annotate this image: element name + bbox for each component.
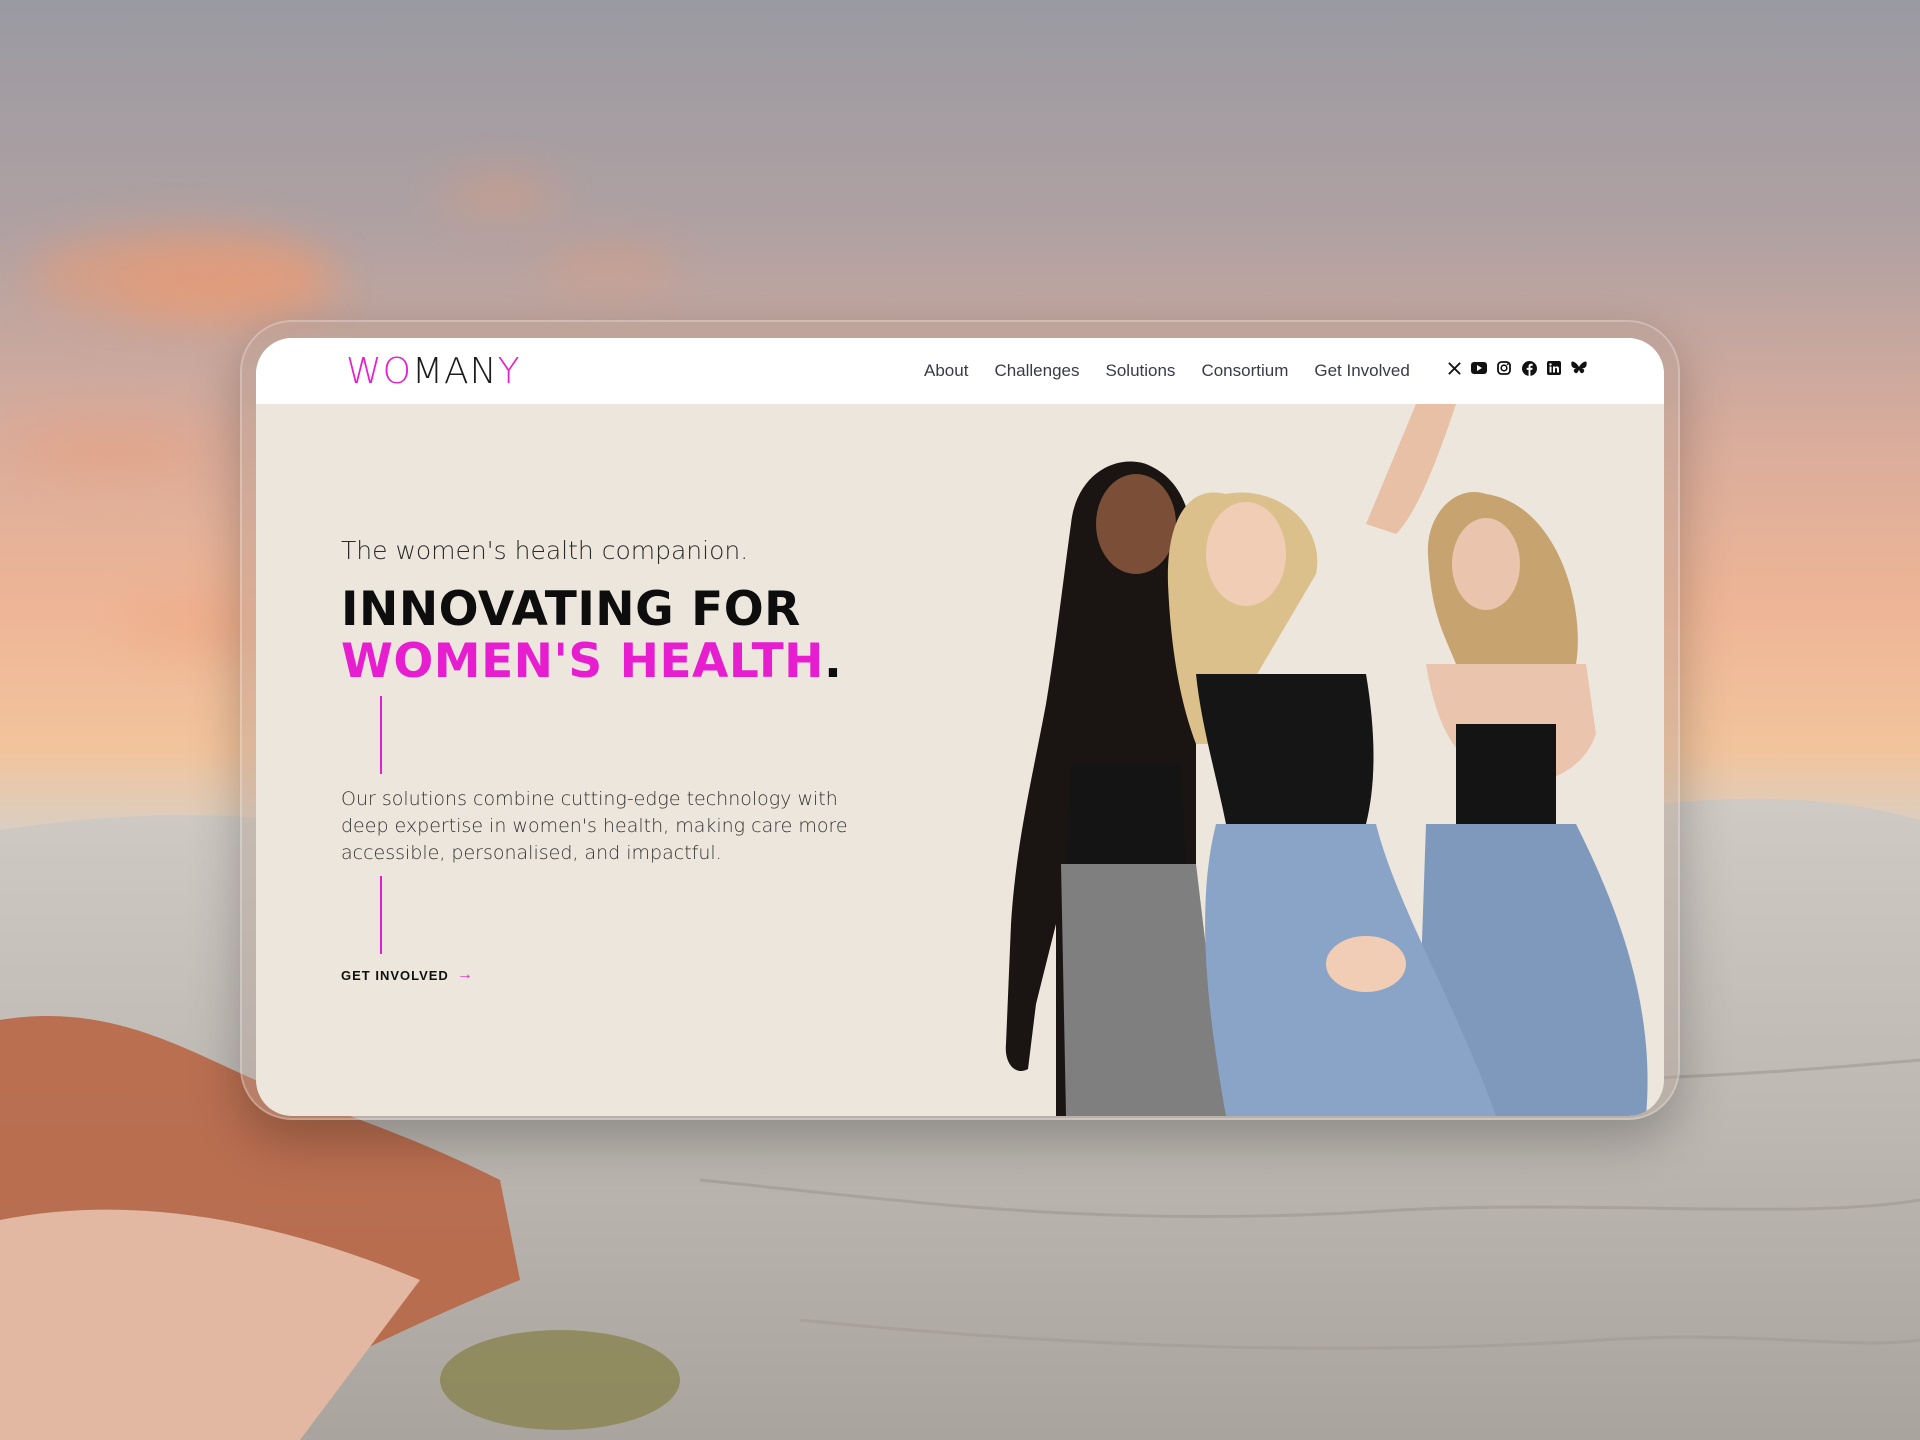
hero-tagline: The women's health companion.	[341, 536, 749, 565]
hero-description: Our solutions combine cutting-edge techn…	[341, 788, 848, 864]
headline-line1: INNOVATING FOR	[341, 582, 801, 637]
hero-image-women	[1005, 404, 1648, 1116]
logo-y: Y	[497, 351, 521, 392]
nav-links: About Challenges Solutions Consortium Ge…	[924, 361, 1410, 381]
browser-window: WOMANY About Challenges Solutions Consor…	[256, 338, 1664, 1116]
youtube-icon[interactable]	[1471, 360, 1487, 376]
divider-line-bottom	[380, 876, 382, 954]
hero-section: The women's health companion. INNOVATING…	[256, 404, 1664, 1116]
womany-logo[interactable]: WOMANY	[346, 351, 521, 392]
logo-wo: WO	[346, 351, 412, 392]
divider-line-top	[380, 696, 382, 774]
arrow-right-icon: →	[456, 966, 474, 983]
hero-headline: INNOVATING FOR WOMEN'S HEALTH.	[341, 584, 842, 688]
x-icon[interactable]	[1446, 360, 1462, 376]
cta-label: GET INVOLVED	[341, 967, 449, 983]
get-involved-button[interactable]: GET INVOLVED →	[341, 966, 474, 984]
headline-accent: WOMEN'S HEALTH	[341, 634, 824, 689]
top-navbar: WOMANY About Challenges Solutions Consor…	[256, 338, 1664, 404]
nav-solutions[interactable]: Solutions	[1106, 361, 1176, 381]
facebook-icon[interactable]	[1521, 360, 1537, 376]
headline-period: .	[824, 634, 843, 689]
nav-get-involved[interactable]: Get Involved	[1314, 361, 1409, 381]
nav-challenges[interactable]: Challenges	[994, 361, 1079, 381]
bluesky-icon[interactable]	[1571, 360, 1587, 376]
instagram-icon[interactable]	[1496, 360, 1512, 376]
linkedin-icon[interactable]	[1546, 360, 1562, 376]
headline-line2: WOMEN'S HEALTH.	[341, 636, 842, 688]
nav-about[interactable]: About	[924, 361, 968, 381]
nav-consortium[interactable]: Consortium	[1201, 361, 1288, 381]
logo-man: MAN	[411, 351, 498, 392]
social-links	[1446, 360, 1587, 376]
